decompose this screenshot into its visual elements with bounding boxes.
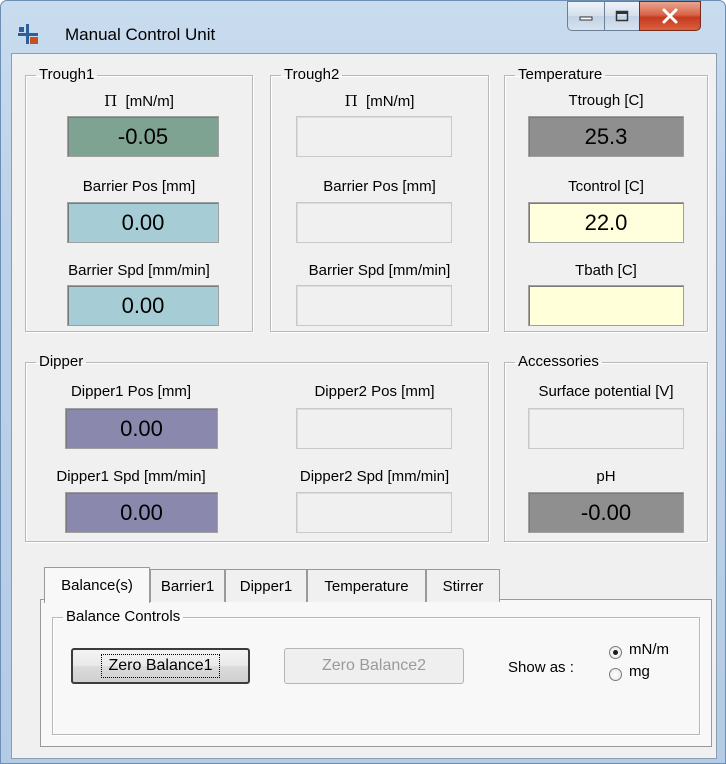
pi-symbol: Π [104, 92, 118, 110]
unit-mg-label[interactable]: mg [629, 663, 650, 680]
dipper2-pos-label: Dipper2 Pos [mm] [314, 383, 435, 400]
trough2-barrier-pos-value [296, 202, 452, 243]
trough1-barrier-spd-label: Barrier Spd [mm/min] [68, 262, 210, 279]
trough1-barrier-pos-value: 0.00 [67, 202, 219, 243]
close-button[interactable] [639, 1, 701, 31]
trough2-barrier-spd-label: Barrier Spd [mm/min] [308, 262, 451, 279]
zero-balance1-button[interactable]: Zero Balance1 [71, 648, 250, 684]
accessories-legend: Accessories [518, 353, 599, 370]
client-area: Trough1 Π [mN/m] -0.05 Barrier Pos [mm] … [11, 53, 717, 759]
trough1-pi-value: -0.05 [67, 116, 219, 157]
zero-balance2-label: Zero Balance2 [321, 657, 427, 674]
tab-dipper1[interactable]: Dipper1 [225, 569, 307, 602]
trough2-pi-label: Π [mN/m] [270, 92, 489, 110]
unit-mnm-label[interactable]: mN/m [629, 641, 669, 658]
tbath-value [528, 285, 684, 326]
dipper2-pos-value [296, 408, 452, 449]
show-as-label: Show as : [508, 659, 574, 676]
tab-stirrer[interactable]: Stirrer [426, 569, 500, 602]
dipper1-pos-value: 0.00 [65, 408, 218, 449]
maximize-button[interactable] [604, 1, 640, 31]
pi-symbol: Π [344, 92, 358, 110]
trough2-barrier-spd-value [296, 285, 452, 326]
trough2-legend: Trough2 [284, 66, 340, 83]
zero-balance1-label: Zero Balance1 [101, 654, 220, 678]
ph-value: -0.00 [528, 492, 684, 533]
dipper1-pos-label: Dipper1 Pos [mm] [70, 383, 192, 400]
dipper1-spd-label: Dipper1 Spd [mm/min] [56, 468, 206, 485]
unit-mg-radio[interactable] [609, 668, 622, 681]
window-title: Manual Control Unit [65, 25, 216, 44]
surface-potential-value [528, 408, 684, 449]
maximize-icon [615, 10, 629, 22]
zero-balance2-button[interactable]: Zero Balance2 [284, 648, 464, 684]
trough1-barrier-pos-label: Barrier Pos [mm] [82, 178, 196, 195]
ttrough-label: Ttrough [C] [568, 92, 644, 109]
dipper-legend: Dipper [39, 353, 84, 370]
trough2-pi-value [296, 116, 452, 157]
app-window: Manual Control Unit Trough1 Π [mN/m] -0.… [0, 0, 726, 764]
ttrough-value: 25.3 [528, 116, 684, 157]
ph-label: pH [596, 468, 616, 485]
unit-mnm-radio[interactable] [609, 646, 622, 659]
tab-temperature[interactable]: Temperature [307, 569, 426, 602]
dipper2-spd-value [296, 492, 452, 533]
minimize-icon [579, 16, 593, 21]
tab-balances[interactable]: Balance(s) [44, 567, 150, 603]
surface-potential-label: Surface potential [V] [538, 383, 674, 400]
balance-controls-legend: Balance Controls [66, 608, 181, 625]
tcontrol-value: 22.0 [528, 202, 684, 243]
trough1-pi-unit: [mN/m] [125, 93, 174, 110]
temperature-legend: Temperature [518, 66, 603, 83]
dipper1-spd-value: 0.00 [65, 492, 218, 533]
trough1-legend: Trough1 [39, 66, 95, 83]
dipper2-spd-label: Dipper2 Spd [mm/min] [299, 468, 450, 485]
trough2-barrier-pos-label: Barrier Pos [mm] [323, 178, 436, 195]
trough1-barrier-spd-value: 0.00 [67, 285, 219, 326]
trough2-pi-unit: [mN/m] [366, 93, 415, 110]
tab-barrier1[interactable]: Barrier1 [150, 569, 225, 602]
trough1-pi-label: Π [mN/m] [25, 92, 253, 110]
lab-balance-icon [18, 24, 38, 44]
close-icon [662, 8, 678, 24]
title-bar[interactable]: Manual Control Unit [1, 1, 725, 53]
tcontrol-label: Tcontrol [C] [568, 178, 644, 195]
tbath-label: Tbath [C] [575, 262, 637, 279]
minimize-button[interactable] [567, 1, 605, 31]
